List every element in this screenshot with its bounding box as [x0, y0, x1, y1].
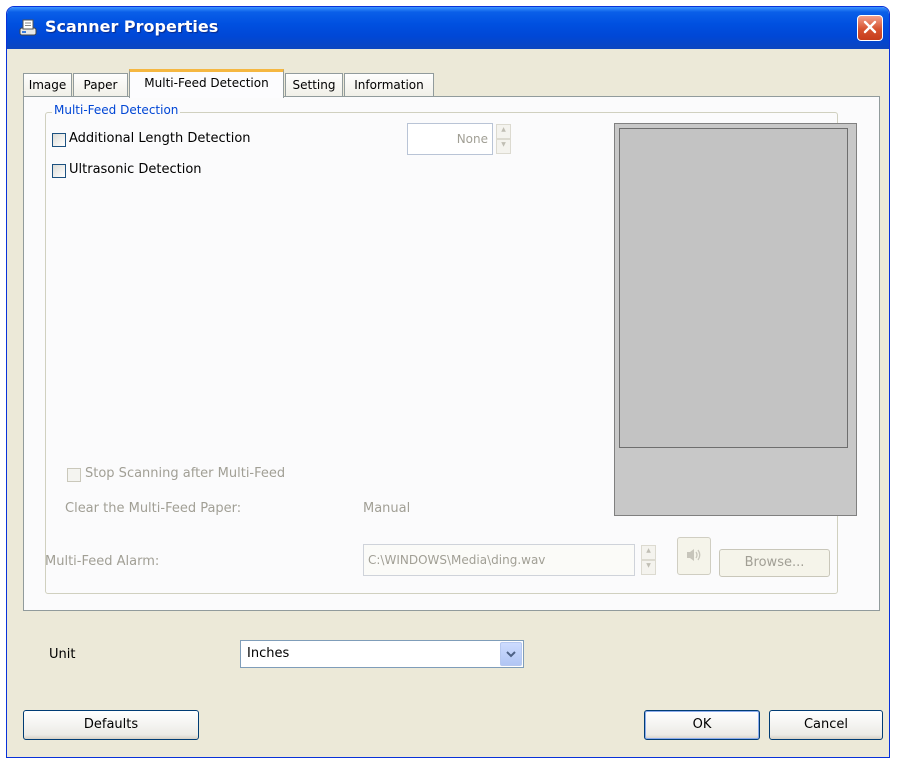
play-sound-button[interactable]: [677, 537, 711, 575]
clear-paper-value: Manual: [363, 501, 411, 516]
scanner-properties-window: Scanner Properties Image Paper Multi-Fee…: [6, 6, 890, 758]
ok-button[interactable]: OK: [644, 710, 760, 740]
preview-area: [614, 123, 857, 516]
stepper-up-icon[interactable]: ▲: [496, 124, 511, 139]
multi-feed-alarm-label: Multi-Feed Alarm:: [45, 554, 160, 569]
window-title: Scanner Properties: [45, 17, 219, 36]
alarm-stepper[interactable]: ▲ ▼: [641, 545, 656, 575]
cancel-button[interactable]: Cancel: [769, 710, 883, 740]
tab-paper[interactable]: Paper: [73, 73, 128, 97]
tab-multi-feed-detection[interactable]: Multi-Feed Detection: [129, 69, 284, 98]
tab-information[interactable]: Information: [344, 73, 434, 97]
tab-image[interactable]: Image: [23, 73, 72, 97]
unit-dropdown[interactable]: Inches: [240, 640, 524, 668]
unit-value: Inches: [247, 646, 290, 661]
stepper-down-icon[interactable]: ▼: [496, 139, 511, 154]
stop-scanning-checkbox[interactable]: [67, 468, 81, 482]
tab-setting[interactable]: Setting: [285, 73, 343, 97]
alarm-path-field[interactable]: C:\WINDOWS\Media\ding.wav: [363, 544, 635, 576]
stop-scanning-label[interactable]: Stop Scanning after Multi-Feed: [85, 466, 285, 481]
length-value-field[interactable]: None: [407, 123, 493, 155]
unit-label: Unit: [49, 647, 76, 662]
preview-page: [619, 128, 848, 448]
stepper-up-icon[interactable]: ▲: [641, 545, 656, 560]
close-button[interactable]: [857, 15, 883, 41]
multi-feed-group-label: Multi-Feed Detection: [52, 103, 181, 117]
browse-button[interactable]: Browse...: [719, 549, 830, 577]
additional-length-detection-checkbox[interactable]: [52, 133, 66, 147]
close-icon: [863, 20, 877, 37]
scanner-icon: [17, 17, 39, 39]
alarm-path: C:\WINDOWS\Media\ding.wav: [368, 553, 546, 567]
length-value: None: [456, 132, 488, 146]
defaults-button[interactable]: Defaults: [23, 710, 199, 740]
ultrasonic-detection-checkbox[interactable]: [52, 164, 66, 178]
speaker-icon: [685, 547, 703, 566]
stepper-down-icon[interactable]: ▼: [641, 560, 656, 575]
length-value-stepper[interactable]: ▲ ▼: [496, 124, 511, 154]
title-bar[interactable]: Scanner Properties: [7, 7, 889, 49]
clear-paper-label: Clear the Multi-Feed Paper:: [65, 501, 242, 516]
ultrasonic-detection-label[interactable]: Ultrasonic Detection: [69, 162, 202, 177]
additional-length-detection-label[interactable]: Additional Length Detection: [69, 131, 251, 146]
chevron-down-icon[interactable]: [500, 642, 522, 666]
